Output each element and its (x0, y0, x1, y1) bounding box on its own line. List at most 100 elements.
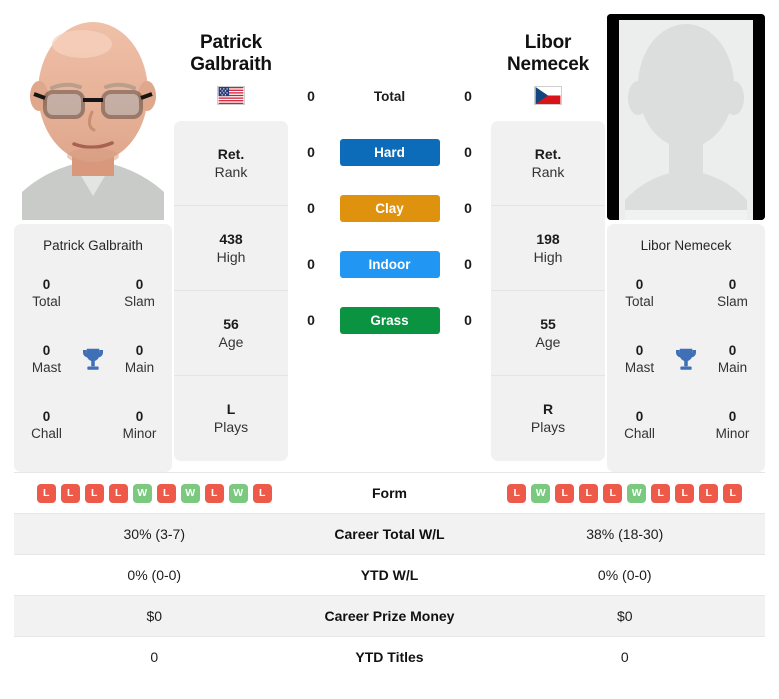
surface-row-clay: 0 Clay 0 (290, 180, 489, 236)
trophy-icon (676, 348, 696, 370)
form-badge[interactable]: L (252, 483, 272, 503)
form-badge[interactable]: L (675, 483, 695, 503)
form-badge[interactable]: W (627, 483, 647, 503)
form-badge[interactable]: W (132, 483, 152, 503)
left-titles-minor-value: 0 (135, 409, 144, 425)
left-titles-mast-label: Mast (31, 360, 62, 375)
right-titles-slam-label: Slam (717, 294, 748, 309)
right-stat-high: 198 High (491, 206, 605, 291)
right-career-total-wl: 38% (18-30) (586, 526, 664, 542)
right-rank-label: Rank (531, 163, 565, 180)
cz-flag-icon (534, 85, 562, 105)
left-plays-label: Plays (213, 419, 249, 436)
right-ytd-wl: 0% (0-0) (597, 567, 652, 583)
comparison-header: Patrick Galbraith 0 Total 0 Slam 0 Mast (0, 0, 779, 472)
form-badge[interactable]: L (699, 483, 719, 503)
form-badge[interactable]: L (651, 483, 671, 503)
form-badge[interactable]: L (108, 483, 128, 503)
right-titles-minor: 0 Minor (708, 409, 757, 443)
left-titles-chall-label: Chall (31, 426, 62, 441)
surface-badge-grass[interactable]: Grass (339, 306, 440, 334)
surface-badge-clay[interactable]: Clay (339, 194, 440, 222)
right-titles-minor-value: 0 (728, 409, 737, 425)
right-titles-main-label: Main (717, 360, 748, 375)
form-badge[interactable]: L (723, 483, 743, 503)
player-comparison-page: Patrick Galbraith 0 Total 0 Slam 0 Mast (0, 0, 779, 699)
form-badge[interactable]: W (228, 483, 248, 503)
table-row-ytd-wl: 0% (0-0) YTD W/L 0% (0-0) (14, 554, 765, 595)
table-row-career-prize-money: $0 Career Prize Money $0 (14, 595, 765, 636)
right-form-badges: LWLLLWLLLL (485, 483, 766, 503)
form-badge[interactable]: W (531, 483, 551, 503)
left-titles-mast: 0 Mast (22, 343, 71, 377)
right-player-column: Libor Nemecek 0 Total 0 Slam 0 Mast 0 Ma… (607, 14, 765, 472)
left-form-badges: LLLLWLWLWL (14, 483, 295, 503)
row-label-ytd-wl: YTD W/L (360, 567, 419, 583)
surface-row-grass: 0 Grass 0 (290, 292, 489, 348)
left-rank-value: Ret. (217, 145, 245, 162)
left-surface-hard-value: 0 (307, 144, 315, 160)
left-high-label: High (216, 248, 246, 265)
left-titles-total: 0 Total (22, 277, 71, 311)
form-badge[interactable]: L (60, 483, 80, 503)
left-age-value: 56 (223, 315, 239, 332)
right-surface-grass-value: 0 (464, 312, 472, 328)
left-stat-plays: L Plays (174, 376, 288, 461)
left-surface-grass-value: 0 (307, 312, 315, 328)
surface-badge-indoor[interactable]: Indoor (339, 250, 440, 278)
form-badge[interactable]: L (36, 483, 56, 503)
left-age-label: Age (218, 333, 244, 350)
right-titles-main: 0 Main (708, 343, 757, 377)
form-badge[interactable]: L (579, 483, 599, 503)
right-trophy-icon-cell (664, 345, 708, 375)
right-player-last-name: Nemecek (506, 53, 590, 75)
left-titles-main-label: Main (124, 360, 155, 375)
right-stat-plays: R Plays (491, 376, 605, 461)
form-badge[interactable]: W (180, 483, 200, 503)
form-badge[interactable]: L (204, 483, 224, 503)
left-surface-total-value: 0 (307, 88, 315, 104)
right-player-photo (607, 14, 765, 220)
left-titles-grid: 0 Total 0 Slam 0 Mast 0 Main 0 Chall 0 M… (22, 271, 164, 449)
trophy-icon (83, 348, 103, 370)
form-badge[interactable]: L (555, 483, 575, 503)
form-badge[interactable]: L (603, 483, 623, 503)
surface-badge-total[interactable]: Total (340, 83, 440, 110)
right-surface-total-value: 0 (464, 88, 472, 104)
form-badge[interactable]: L (507, 483, 527, 503)
surface-clay-name: Clay (332, 194, 447, 222)
row-label-career-prize-money: Career Prize Money (324, 608, 455, 624)
left-titles-chall: 0 Chall (22, 409, 71, 443)
right-titles-total-value: 0 (635, 277, 644, 293)
left-ytd-titles: 0 (150, 649, 159, 665)
surface-badge-hard[interactable]: Hard (339, 138, 440, 166)
left-high-value: 438 (219, 230, 243, 247)
right-rank-value: Ret. (534, 145, 562, 162)
us-flag-icon (217, 85, 245, 105)
right-plays-value: R (542, 401, 554, 418)
right-player-name: Libor Nemecek (491, 32, 605, 76)
right-titles-minor-label: Minor (715, 426, 750, 441)
left-titles-card: Patrick Galbraith 0 Total 0 Slam 0 Mast (14, 224, 172, 472)
left-titles-slam-value: 0 (135, 277, 144, 293)
right-surface-indoor-value: 0 (464, 256, 472, 272)
right-titles-mast: 0 Mast (615, 343, 664, 377)
left-titles-slam: 0 Slam (115, 277, 164, 311)
table-row-ytd-titles: 0 YTD Titles 0 (14, 636, 765, 677)
left-player-name: Patrick Galbraith (174, 32, 288, 76)
right-titles-chall-label: Chall (624, 426, 655, 441)
right-age-value: 55 (540, 315, 556, 332)
surface-indoor-name: Indoor (332, 250, 447, 278)
left-surface-clay-value: 0 (307, 200, 315, 216)
left-ytd-wl: 0% (0-0) (127, 567, 182, 583)
row-label-ytd-titles: YTD Titles (355, 649, 424, 665)
left-titles-main-value: 0 (135, 343, 144, 359)
left-rank-label: Rank (214, 163, 248, 180)
form-badge[interactable]: L (156, 483, 176, 503)
right-titles-mast-value: 0 (635, 343, 644, 359)
surface-total-name: Total (332, 83, 447, 110)
left-player-column: Patrick Galbraith 0 Total 0 Slam 0 Mast (14, 14, 172, 472)
right-stat-age: 55 Age (491, 291, 605, 376)
left-stat-high: 438 High (174, 206, 288, 291)
form-badge[interactable]: L (84, 483, 104, 503)
